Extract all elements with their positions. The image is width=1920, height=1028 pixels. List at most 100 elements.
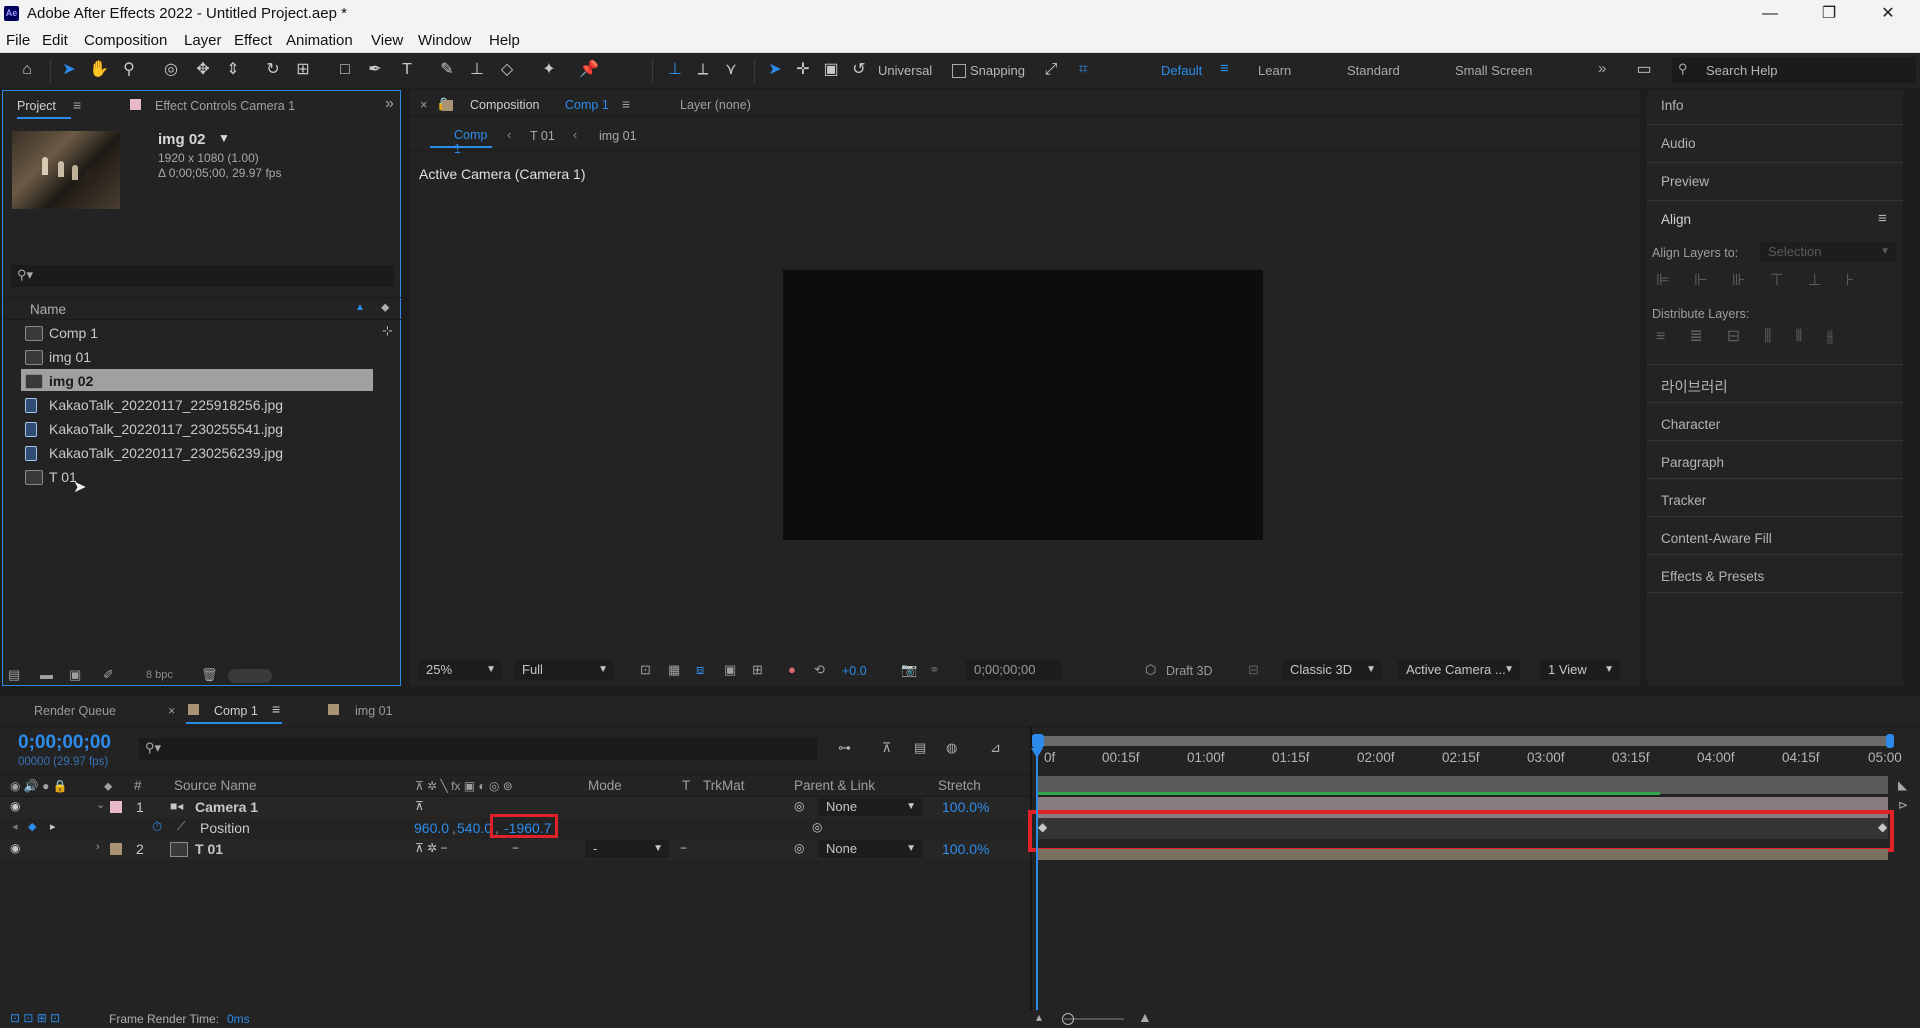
workspace-default[interactable]: Default (1161, 63, 1202, 78)
work-area-bar[interactable] (1032, 736, 1892, 746)
view-layout-dropdown[interactable]: 1 View ▼ (1540, 660, 1620, 680)
blend-mode-dropdown[interactable]: - ▼ (585, 840, 669, 858)
view-axis-icon[interactable]: ⋎ (720, 59, 742, 81)
draft-3d-icon[interactable]: ⬡ (1145, 662, 1156, 678)
column-source-name[interactable]: Source Name (174, 778, 257, 793)
renderer-dropdown[interactable]: Classic 3D ▼ (1282, 660, 1382, 680)
current-time-indicator[interactable]: 0;00;00;00 (18, 732, 111, 754)
zoom-dropdown[interactable]: 25% ▼ (418, 660, 502, 680)
sync-settings-icon[interactable]: ▭ (1633, 59, 1655, 81)
layer-row-t01[interactable]: ◉ › 2 T 01 ⊼ ✲ − − - ▼ − ◎ None ▼ 100.0% (0, 839, 1030, 860)
transparency-grid-icon[interactable]: ▦ (668, 662, 680, 678)
menu-view[interactable]: View (371, 32, 403, 49)
zoom-out-icon[interactable]: ▴ (1036, 1010, 1042, 1024)
current-time-display[interactable]: 0;00;00;00 (966, 660, 1062, 680)
extended-viewer-icon[interactable]: ⊟ (1248, 662, 1259, 678)
distribute-buttons-row[interactable]: ≡≣⊟⫼⫴⫵ (1656, 326, 1896, 348)
breadcrumb-comp1[interactable]: Comp 1 (430, 124, 492, 156)
workspace-standard[interactable]: Standard (1347, 63, 1400, 78)
menu-animation[interactable]: Animation (286, 32, 353, 49)
column-mode[interactable]: Mode (588, 778, 622, 793)
panel-menu-icon[interactable]: ≡ (1878, 210, 1887, 227)
panel-libraries[interactable]: 라이브러리 (1661, 376, 1728, 397)
project-search-input[interactable]: ⚲▾ (11, 265, 394, 287)
menu-window[interactable]: Window (418, 32, 471, 49)
position-y-value[interactable]: 540.0 (457, 820, 492, 836)
zoom-slider-handle[interactable] (1062, 1013, 1074, 1025)
property-row-position[interactable]: ◂ ◆ ▸ ⏱ ⟋ Position 960.0 , 540.0 , -1960… (0, 814, 1030, 839)
tab-project[interactable]: Project (17, 99, 56, 113)
pan-camera-tool-icon[interactable]: ✥ (192, 59, 214, 81)
hide-shy-layers-icon[interactable]: ▤ (914, 740, 926, 756)
draft-3d-label[interactable]: Draft 3D (1166, 664, 1213, 678)
panel-preview[interactable]: Preview (1661, 174, 1709, 189)
workspace-small-screen[interactable]: Small Screen (1455, 63, 1532, 78)
tab-layer[interactable]: Layer (none) (680, 98, 751, 112)
label-tag-icon[interactable]: ⬥ (381, 300, 389, 315)
column-parent-link[interactable]: Parent & Link (794, 778, 875, 793)
align-buttons-row[interactable]: ⊫⊩⊪⊤⊥⊦ (1656, 270, 1896, 292)
selection-tool-icon[interactable]: ➤ (58, 59, 80, 81)
snap-target-icon[interactable]: ⌗ (1072, 59, 1094, 81)
preserve-transparency-icon[interactable]: − (680, 841, 687, 855)
tab-render-queue[interactable]: Render Queue (34, 704, 116, 718)
tab-timeline-comp1[interactable]: Comp 1 (214, 704, 258, 718)
stopwatch-icon[interactable]: ⏱ (152, 819, 162, 835)
panel-align-title[interactable]: Align (1661, 212, 1691, 227)
world-axis-icon[interactable]: ⟂ (692, 59, 714, 81)
workspace-menu-icon[interactable]: ≡ (1220, 60, 1229, 77)
panel-audio[interactable]: Audio (1661, 136, 1696, 151)
timeline-search-input[interactable]: ⚲▾ (139, 738, 817, 760)
layer-label-color[interactable] (110, 843, 122, 855)
orbit-camera-tool-icon[interactable]: ◎ (160, 59, 182, 81)
puppet-pin-tool-icon[interactable]: 📌 (578, 59, 600, 81)
expand-panel-icon[interactable]: » (385, 95, 394, 113)
hand-tool-icon[interactable]: ✋ (88, 59, 110, 81)
scale-gizmo-icon[interactable]: ▣ (820, 59, 842, 81)
column-track-matte[interactable]: TrkMat (703, 778, 745, 793)
frame-blending-icon[interactable]: ◍ (946, 740, 957, 756)
quality-switch-icon[interactable]: − (512, 841, 519, 855)
rotation-tool-icon[interactable]: ↻ (262, 59, 284, 81)
snapping-checkbox[interactable] (952, 64, 966, 78)
graph-toggle-icon[interactable]: ⟋ (177, 819, 185, 834)
project-item[interactable]: Comp 1 (25, 323, 385, 343)
color-channels-icon[interactable]: ● (788, 662, 796, 677)
show-snapshot-icon[interactable]: ⚭ (929, 662, 940, 678)
reset-exposure-icon[interactable]: ⟲ (814, 662, 825, 678)
visibility-eye-icon[interactable]: ◉ (10, 841, 20, 855)
layer-switches-toggle-icons[interactable]: ⊡ ⊡ ⊞ ⊡ (10, 1011, 60, 1025)
project-item[interactable]: KakaoTalk_20220117_230255541.jpg (25, 419, 385, 439)
panel-menu-icon[interactable]: ≡ (272, 701, 280, 717)
eraser-tool-icon[interactable]: ◇ (496, 59, 518, 81)
menu-effect[interactable]: Effect (234, 32, 272, 49)
snapshot-camera-icon[interactable]: 📷 (901, 662, 917, 678)
layer-name[interactable]: Camera 1 (195, 799, 258, 815)
fast-previews-icon[interactable]: ⊡ (640, 662, 651, 678)
flowchart-icon[interactable]: ⊹ (382, 323, 393, 339)
project-item-selected[interactable]: img 02 (25, 371, 385, 391)
breadcrumb-img01[interactable]: img 01 (599, 129, 637, 143)
stretch-value[interactable]: 100.0% (942, 841, 989, 857)
anchor-tool-icon[interactable]: ⊞ (292, 59, 314, 81)
layer-name[interactable]: T 01 (195, 841, 223, 857)
composition-viewer[interactable] (783, 270, 1263, 540)
time-ruler[interactable]: 0f 00:15f 01:00f 01:15f 02:00f 02:15f 03… (1032, 746, 1902, 774)
menu-layer[interactable]: Layer (184, 32, 222, 49)
more-workspaces-icon[interactable]: » (1598, 60, 1606, 77)
menu-composition[interactable]: Composition (84, 32, 167, 49)
project-item[interactable]: KakaoTalk_20220117_230256239.jpg (25, 443, 385, 463)
minimize-button[interactable]: — (1750, 3, 1790, 25)
pick-whip-icon[interactable]: ◎ (794, 799, 804, 813)
parent-dropdown[interactable]: None ▼ (818, 840, 922, 858)
clone-stamp-tool-icon[interactable]: ⊥ (466, 59, 488, 81)
t01-layer-bar[interactable] (1036, 849, 1888, 860)
project-item[interactable]: KakaoTalk_20220117_225918256.jpg (25, 395, 385, 415)
mask-visibility-icon[interactable]: ⧈ (696, 662, 704, 678)
resolution-dropdown[interactable]: Full ▼ (514, 660, 614, 680)
panel-info[interactable]: Info (1661, 98, 1684, 113)
project-item[interactable]: img 01 (25, 347, 385, 367)
grid-guides-icon[interactable]: ⊞ (752, 662, 763, 678)
project-settings-icon[interactable]: ✐ (103, 667, 114, 683)
previous-keyframe-icon[interactable]: ◂ (12, 820, 18, 833)
